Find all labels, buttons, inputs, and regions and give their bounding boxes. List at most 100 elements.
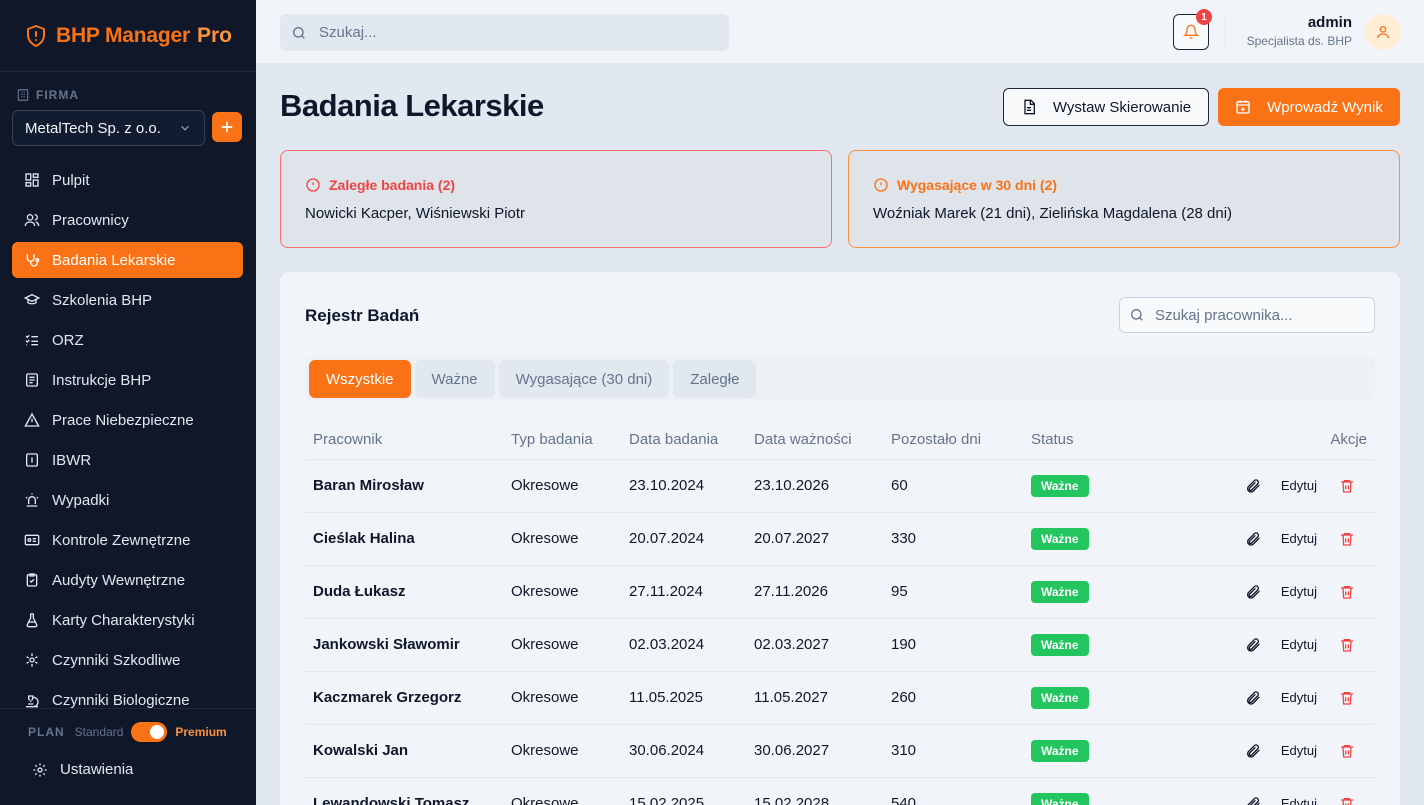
notifications-button[interactable]: 1 bbox=[1173, 9, 1212, 50]
col-exam-type[interactable]: Typ badania bbox=[503, 420, 621, 460]
tab-overdue[interactable]: Zaległe bbox=[673, 360, 757, 398]
overdue-alert-title: Zaległe badania (2) bbox=[305, 177, 807, 193]
table-header-row: Pracownik Typ badania Data badania Data … bbox=[305, 420, 1375, 460]
global-search-input[interactable] bbox=[319, 24, 699, 41]
users-icon bbox=[24, 214, 40, 227]
global-search[interactable] bbox=[280, 14, 729, 51]
plan-toggle[interactable] bbox=[131, 722, 168, 742]
status-cell: Ważne bbox=[1023, 459, 1163, 513]
edit-button[interactable]: Edytuj bbox=[1281, 796, 1317, 805]
table-row[interactable]: Kaczmarek Grzegorz Okresowe 11.05.2025 1… bbox=[305, 671, 1375, 725]
paperclip-icon[interactable] bbox=[1245, 690, 1261, 706]
paperclip-icon[interactable] bbox=[1245, 584, 1261, 600]
issue-referral-button[interactable]: Wystaw Skierowanie bbox=[1003, 88, 1209, 126]
tab-all[interactable]: Wszystkie bbox=[309, 360, 411, 398]
edit-button[interactable]: Edytuj bbox=[1281, 690, 1317, 705]
sidebar-item-prace-niebezpieczne[interactable]: Prace Niebezpieczne bbox=[12, 402, 243, 438]
sidebar-item-pulpit[interactable]: Pulpit bbox=[12, 162, 243, 198]
row-actions: Edytuj bbox=[1171, 637, 1375, 653]
settings-link[interactable]: Ustawienia bbox=[32, 761, 133, 778]
exam-type: Okresowe bbox=[503, 565, 621, 619]
paperclip-icon[interactable] bbox=[1245, 743, 1261, 759]
company-select-value: MetalTech Sp. z o.o. bbox=[25, 119, 161, 137]
employee-search[interactable] bbox=[1119, 297, 1375, 333]
page-title: Badania Lekarskie bbox=[280, 88, 544, 123]
tab-valid[interactable]: Ważne bbox=[414, 360, 495, 398]
days-left: 60 bbox=[883, 459, 1023, 513]
sidebar-item-label: Czynniki Szkodliwe bbox=[52, 651, 181, 669]
days-left: 330 bbox=[883, 512, 1023, 566]
sidebar-item-badania-lekarskie[interactable]: Badania Lekarskie bbox=[12, 242, 243, 278]
sidebar-item-ibwr[interactable]: IBWR bbox=[12, 442, 243, 478]
exam-date: 27.11.2024 bbox=[621, 565, 746, 619]
table-row[interactable]: Baran Mirosław Okresowe 23.10.2024 23.10… bbox=[305, 459, 1375, 513]
sidebar-item-wypadki[interactable]: Wypadki bbox=[12, 482, 243, 518]
edit-button[interactable]: Edytuj bbox=[1281, 743, 1317, 758]
sidebar-item-orz[interactable]: ORZ bbox=[12, 322, 243, 358]
exam-type: Okresowe bbox=[503, 777, 621, 805]
sidebar-item-szkolenia-bhp[interactable]: Szkolenia BHP bbox=[12, 282, 243, 318]
table-body: Baran Mirosław Okresowe 23.10.2024 23.10… bbox=[305, 459, 1375, 805]
sidebar-item-label: Wypadki bbox=[52, 491, 110, 509]
status-cell: Ważne bbox=[1023, 724, 1163, 778]
employee-search-input[interactable] bbox=[1154, 306, 1374, 324]
sidebar-item-karty-charakterystyki[interactable]: Karty Charakterystyki bbox=[12, 602, 243, 638]
sidebar-item-audyty-wewnetrzne[interactable]: Audyty Wewnętrzne bbox=[12, 562, 243, 598]
company-label: FIRMA bbox=[16, 88, 79, 102]
sidebar-item-kontrole-zewnetrzne[interactable]: Kontrole Zewnętrzne bbox=[12, 522, 243, 558]
topbar: 1 admin Specjalista ds. BHP bbox=[256, 0, 1424, 64]
paperclip-icon[interactable] bbox=[1245, 637, 1261, 653]
sidebar-item-czynniki-biologiczne[interactable]: Czynniki Biologiczne bbox=[12, 682, 243, 708]
table-row[interactable]: Kowalski Jan Okresowe 30.06.2024 30.06.2… bbox=[305, 724, 1375, 778]
col-exam-date[interactable]: Data badania bbox=[621, 420, 746, 460]
status-badge: Ważne bbox=[1031, 474, 1089, 497]
sidebar-item-label: Pulpit bbox=[52, 171, 90, 189]
table-row[interactable]: Cieślak Halina Okresowe 20.07.2024 20.07… bbox=[305, 512, 1375, 566]
trash-icon[interactable] bbox=[1339, 531, 1355, 547]
days-left: 540 bbox=[883, 777, 1023, 805]
col-employee[interactable]: Pracownik bbox=[305, 420, 503, 460]
enter-result-label: Wprowadź Wynik bbox=[1267, 98, 1383, 116]
sidebar-item-label: Pracownicy bbox=[52, 211, 129, 229]
status-cell: Ważne bbox=[1023, 618, 1163, 672]
exam-type: Okresowe bbox=[503, 724, 621, 778]
col-status[interactable]: Status bbox=[1023, 420, 1163, 460]
sidebar-item-pracownicy[interactable]: Pracownicy bbox=[12, 202, 243, 238]
stethoscope-icon bbox=[26, 254, 40, 267]
settings-label: Ustawienia bbox=[60, 761, 134, 778]
brand[interactable]: BHP Manager Pro bbox=[0, 0, 256, 72]
id-card-icon bbox=[24, 534, 40, 546]
edit-button[interactable]: Edytuj bbox=[1281, 531, 1317, 546]
avatar[interactable] bbox=[1365, 14, 1401, 50]
trash-icon[interactable] bbox=[1339, 796, 1355, 805]
paperclip-icon[interactable] bbox=[1245, 478, 1261, 494]
trash-icon[interactable] bbox=[1339, 478, 1355, 494]
calendar-plus-icon bbox=[1236, 100, 1250, 114]
bell-icon bbox=[1183, 24, 1199, 39]
sidebar-item-instrukcje-bhp[interactable]: Instrukcje BHP bbox=[12, 362, 243, 398]
trash-icon[interactable] bbox=[1339, 743, 1355, 759]
edit-button[interactable]: Edytuj bbox=[1281, 478, 1317, 493]
trash-icon[interactable] bbox=[1339, 584, 1355, 600]
table-row[interactable]: Duda Łukasz Okresowe 27.11.2024 27.11.20… bbox=[305, 565, 1375, 619]
table-row[interactable]: Jankowski Sławomir Okresowe 02.03.2024 0… bbox=[305, 618, 1375, 672]
paperclip-icon[interactable] bbox=[1245, 796, 1261, 805]
col-days-left[interactable]: Pozostało dni bbox=[883, 420, 1023, 460]
company-select[interactable]: MetalTech Sp. z o.o. bbox=[12, 110, 205, 146]
col-actions: Akcje bbox=[1163, 420, 1375, 460]
filter-tabs: Wszystkie Ważne Wygasające (30 dni) Zale… bbox=[305, 357, 1375, 401]
file-text-icon bbox=[1024, 99, 1035, 115]
tab-expiring[interactable]: Wygasające (30 dni) bbox=[498, 360, 670, 398]
sidebar-item-czynniki-szkodliwe[interactable]: Czynniki Szkodliwe bbox=[12, 642, 243, 678]
trash-icon[interactable] bbox=[1339, 690, 1355, 706]
table-row[interactable]: Lewandowski Tomasz Okresowe 15.02.2025 1… bbox=[305, 777, 1375, 805]
document-icon bbox=[26, 453, 38, 467]
trash-icon[interactable] bbox=[1339, 637, 1355, 653]
edit-button[interactable]: Edytuj bbox=[1281, 584, 1317, 599]
microscope-icon bbox=[26, 695, 39, 708]
paperclip-icon[interactable] bbox=[1245, 531, 1261, 547]
col-valid-until[interactable]: Data ważności bbox=[746, 420, 883, 460]
enter-result-button[interactable]: Wprowadź Wynik bbox=[1218, 88, 1400, 126]
edit-button[interactable]: Edytuj bbox=[1281, 637, 1317, 652]
add-company-button[interactable] bbox=[212, 112, 242, 142]
